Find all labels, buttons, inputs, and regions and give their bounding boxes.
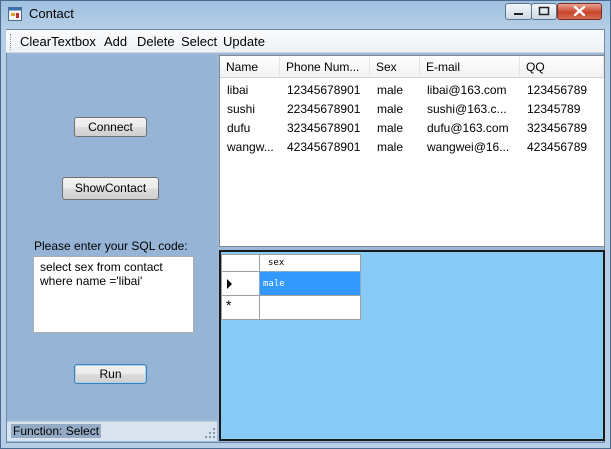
cell-qq: 323456789 xyxy=(527,121,588,135)
cell-email: wangwei@16... xyxy=(427,140,510,154)
column-header-sex[interactable]: Sex xyxy=(370,56,420,78)
column-header-phone[interactable]: Phone Num... xyxy=(280,56,370,78)
maximize-button[interactable] xyxy=(531,3,557,20)
cell-sex: male xyxy=(377,102,404,116)
grid-cell-selected[interactable]: male xyxy=(259,271,361,296)
menu-grip[interactable] xyxy=(10,34,14,50)
title-bar[interactable]: Contact xyxy=(0,0,609,28)
show-contact-button[interactable]: ShowContact xyxy=(62,177,159,200)
new-row-asterisk-icon: * xyxy=(226,297,232,313)
column-header-name[interactable]: Name xyxy=(220,56,280,78)
column-header-qq[interactable]: QQ xyxy=(520,56,604,78)
cell-sex: male xyxy=(377,140,404,154)
close-button[interactable] xyxy=(557,3,602,20)
cell-phone: 12345678901 xyxy=(287,83,361,97)
menu-item-delete[interactable]: Delete xyxy=(137,34,175,49)
cell-name[interactable]: libai xyxy=(227,83,277,97)
cell-sex: male xyxy=(377,83,404,97)
cell-phone: 22345678901 xyxy=(287,102,361,116)
grid-column-header-sex[interactable]: sex xyxy=(259,254,361,272)
cell-sex: male xyxy=(377,121,404,135)
close-icon xyxy=(573,5,586,17)
cell-email: libai@163.com xyxy=(427,83,507,97)
maximize-icon xyxy=(538,6,550,16)
current-row-arrow-icon xyxy=(227,279,232,289)
cell-email: dufu@163.com xyxy=(427,121,509,135)
cell-qq: 12345789 xyxy=(527,102,581,116)
menu-item-add[interactable]: Add xyxy=(104,34,127,49)
window-title: Contact xyxy=(29,6,74,21)
menu-item-update[interactable]: Update xyxy=(223,34,265,49)
connect-button[interactable]: Connect xyxy=(74,117,147,137)
minimize-icon xyxy=(514,13,523,15)
menu-item-cleartextbox[interactable]: ClearTextbox xyxy=(20,34,96,49)
minimize-button[interactable] xyxy=(505,3,532,20)
grid-corner-header[interactable] xyxy=(221,254,260,272)
column-header-email[interactable]: E-mail xyxy=(420,56,520,78)
status-function-label: Function: Select xyxy=(11,424,102,438)
cell-qq: 123456789 xyxy=(527,83,588,97)
cell-qq: 423456789 xyxy=(527,140,588,154)
app-form-icon xyxy=(8,7,22,21)
cell-phone: 32345678901 xyxy=(287,121,361,135)
cell-name[interactable]: sushi xyxy=(227,102,277,116)
cell-name[interactable]: wangw... xyxy=(227,140,277,154)
cell-phone: 42345678901 xyxy=(287,140,361,154)
cell-name[interactable]: dufu xyxy=(227,121,277,135)
sql-prompt-label: Please enter your SQL code: xyxy=(34,239,188,253)
grid-cell-new-row[interactable] xyxy=(259,295,361,320)
menu-item-select[interactable]: Select xyxy=(181,34,217,49)
run-button[interactable]: Run xyxy=(74,364,147,384)
sql-code-textarea[interactable]: select sex from contact where name ='lib… xyxy=(33,256,194,333)
resize-grip-icon[interactable] xyxy=(205,428,215,438)
cell-email: sushi@163.c... xyxy=(427,102,507,116)
